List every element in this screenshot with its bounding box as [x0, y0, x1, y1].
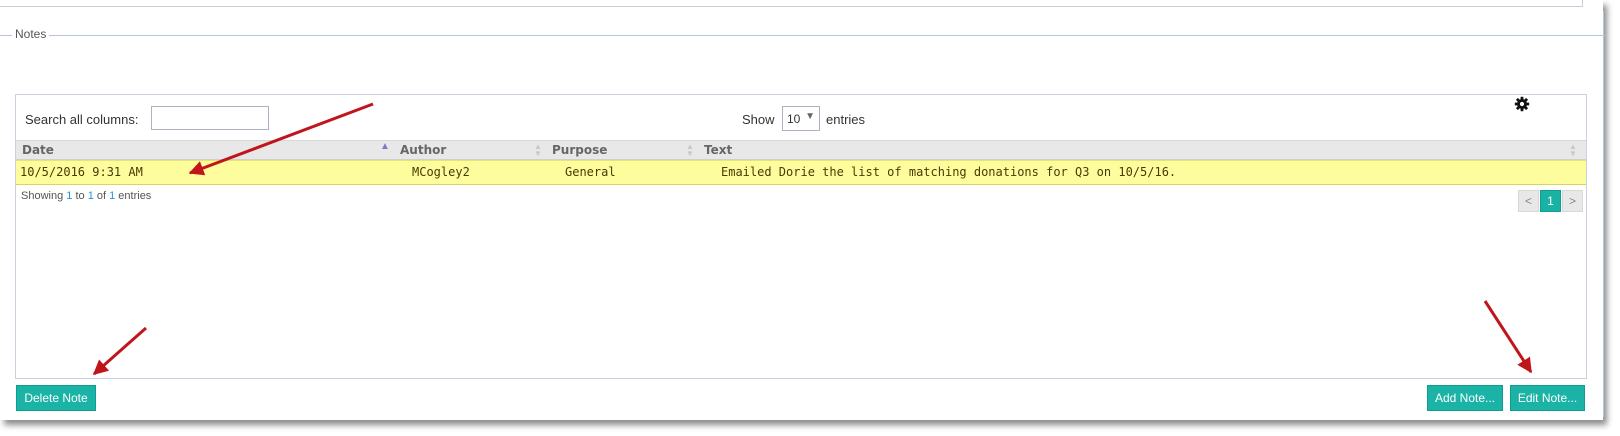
- pagination-prev-button[interactable]: <: [1518, 190, 1539, 212]
- upper-panel-border: [0, 0, 1583, 7]
- show-label: Show: [742, 112, 775, 127]
- cell-author: MCogley2: [412, 165, 470, 179]
- search-label: Search all columns:: [25, 112, 139, 127]
- gear-icon[interactable]: [1514, 96, 1530, 112]
- table-header: Date ▲ Author ▲ ▼ Purpose ▲ ▼ Text ▲ ▼: [16, 140, 1586, 160]
- info-to: to: [72, 190, 88, 202]
- fieldset-border: [0, 35, 1605, 36]
- column-header-author[interactable]: Author: [400, 141, 446, 159]
- chevron-down-icon: ▼: [805, 111, 815, 122]
- cell-purpose: General: [565, 165, 616, 179]
- cell-date: 10/5/2016 9:31 AM: [20, 165, 143, 179]
- pagination-next-button[interactable]: >: [1562, 190, 1583, 212]
- entries-select[interactable]: 10 ▼: [782, 106, 820, 131]
- info-suffix: entries: [115, 190, 152, 202]
- sort-icon: ▲ ▼: [686, 142, 694, 158]
- column-header-date[interactable]: Date: [22, 141, 54, 159]
- cell-text: Emailed Dorie the list of matching donat…: [721, 165, 1177, 179]
- column-header-purpose[interactable]: Purpose: [552, 141, 607, 159]
- add-note-button[interactable]: Add Note...: [1427, 385, 1503, 411]
- notes-grid: [15, 94, 1587, 379]
- info-of: of: [93, 190, 110, 202]
- table-info: Showing 1 to 1 of 1 entries: [21, 190, 151, 202]
- entries-select-value: 10: [787, 112, 801, 126]
- search-input[interactable]: [151, 106, 269, 130]
- info-prefix: Showing: [21, 190, 67, 202]
- pagination-page-button[interactable]: 1: [1540, 190, 1561, 212]
- sort-asc-icon: ▲: [380, 141, 390, 152]
- entries-label: entries: [826, 112, 866, 127]
- sort-icon: ▲ ▼: [534, 142, 542, 158]
- edit-note-button[interactable]: Edit Note...: [1510, 385, 1585, 411]
- table-row[interactable]: 10/5/2016 9:31 AM MCogley2 General Email…: [16, 160, 1586, 185]
- column-header-text[interactable]: Text: [704, 141, 732, 159]
- sort-icon: ▲ ▼: [1569, 142, 1577, 158]
- notes-legend: Notes: [12, 27, 50, 41]
- fieldset-border-right: [1603, 11, 1604, 417]
- delete-note-button[interactable]: Delete Note: [16, 385, 96, 411]
